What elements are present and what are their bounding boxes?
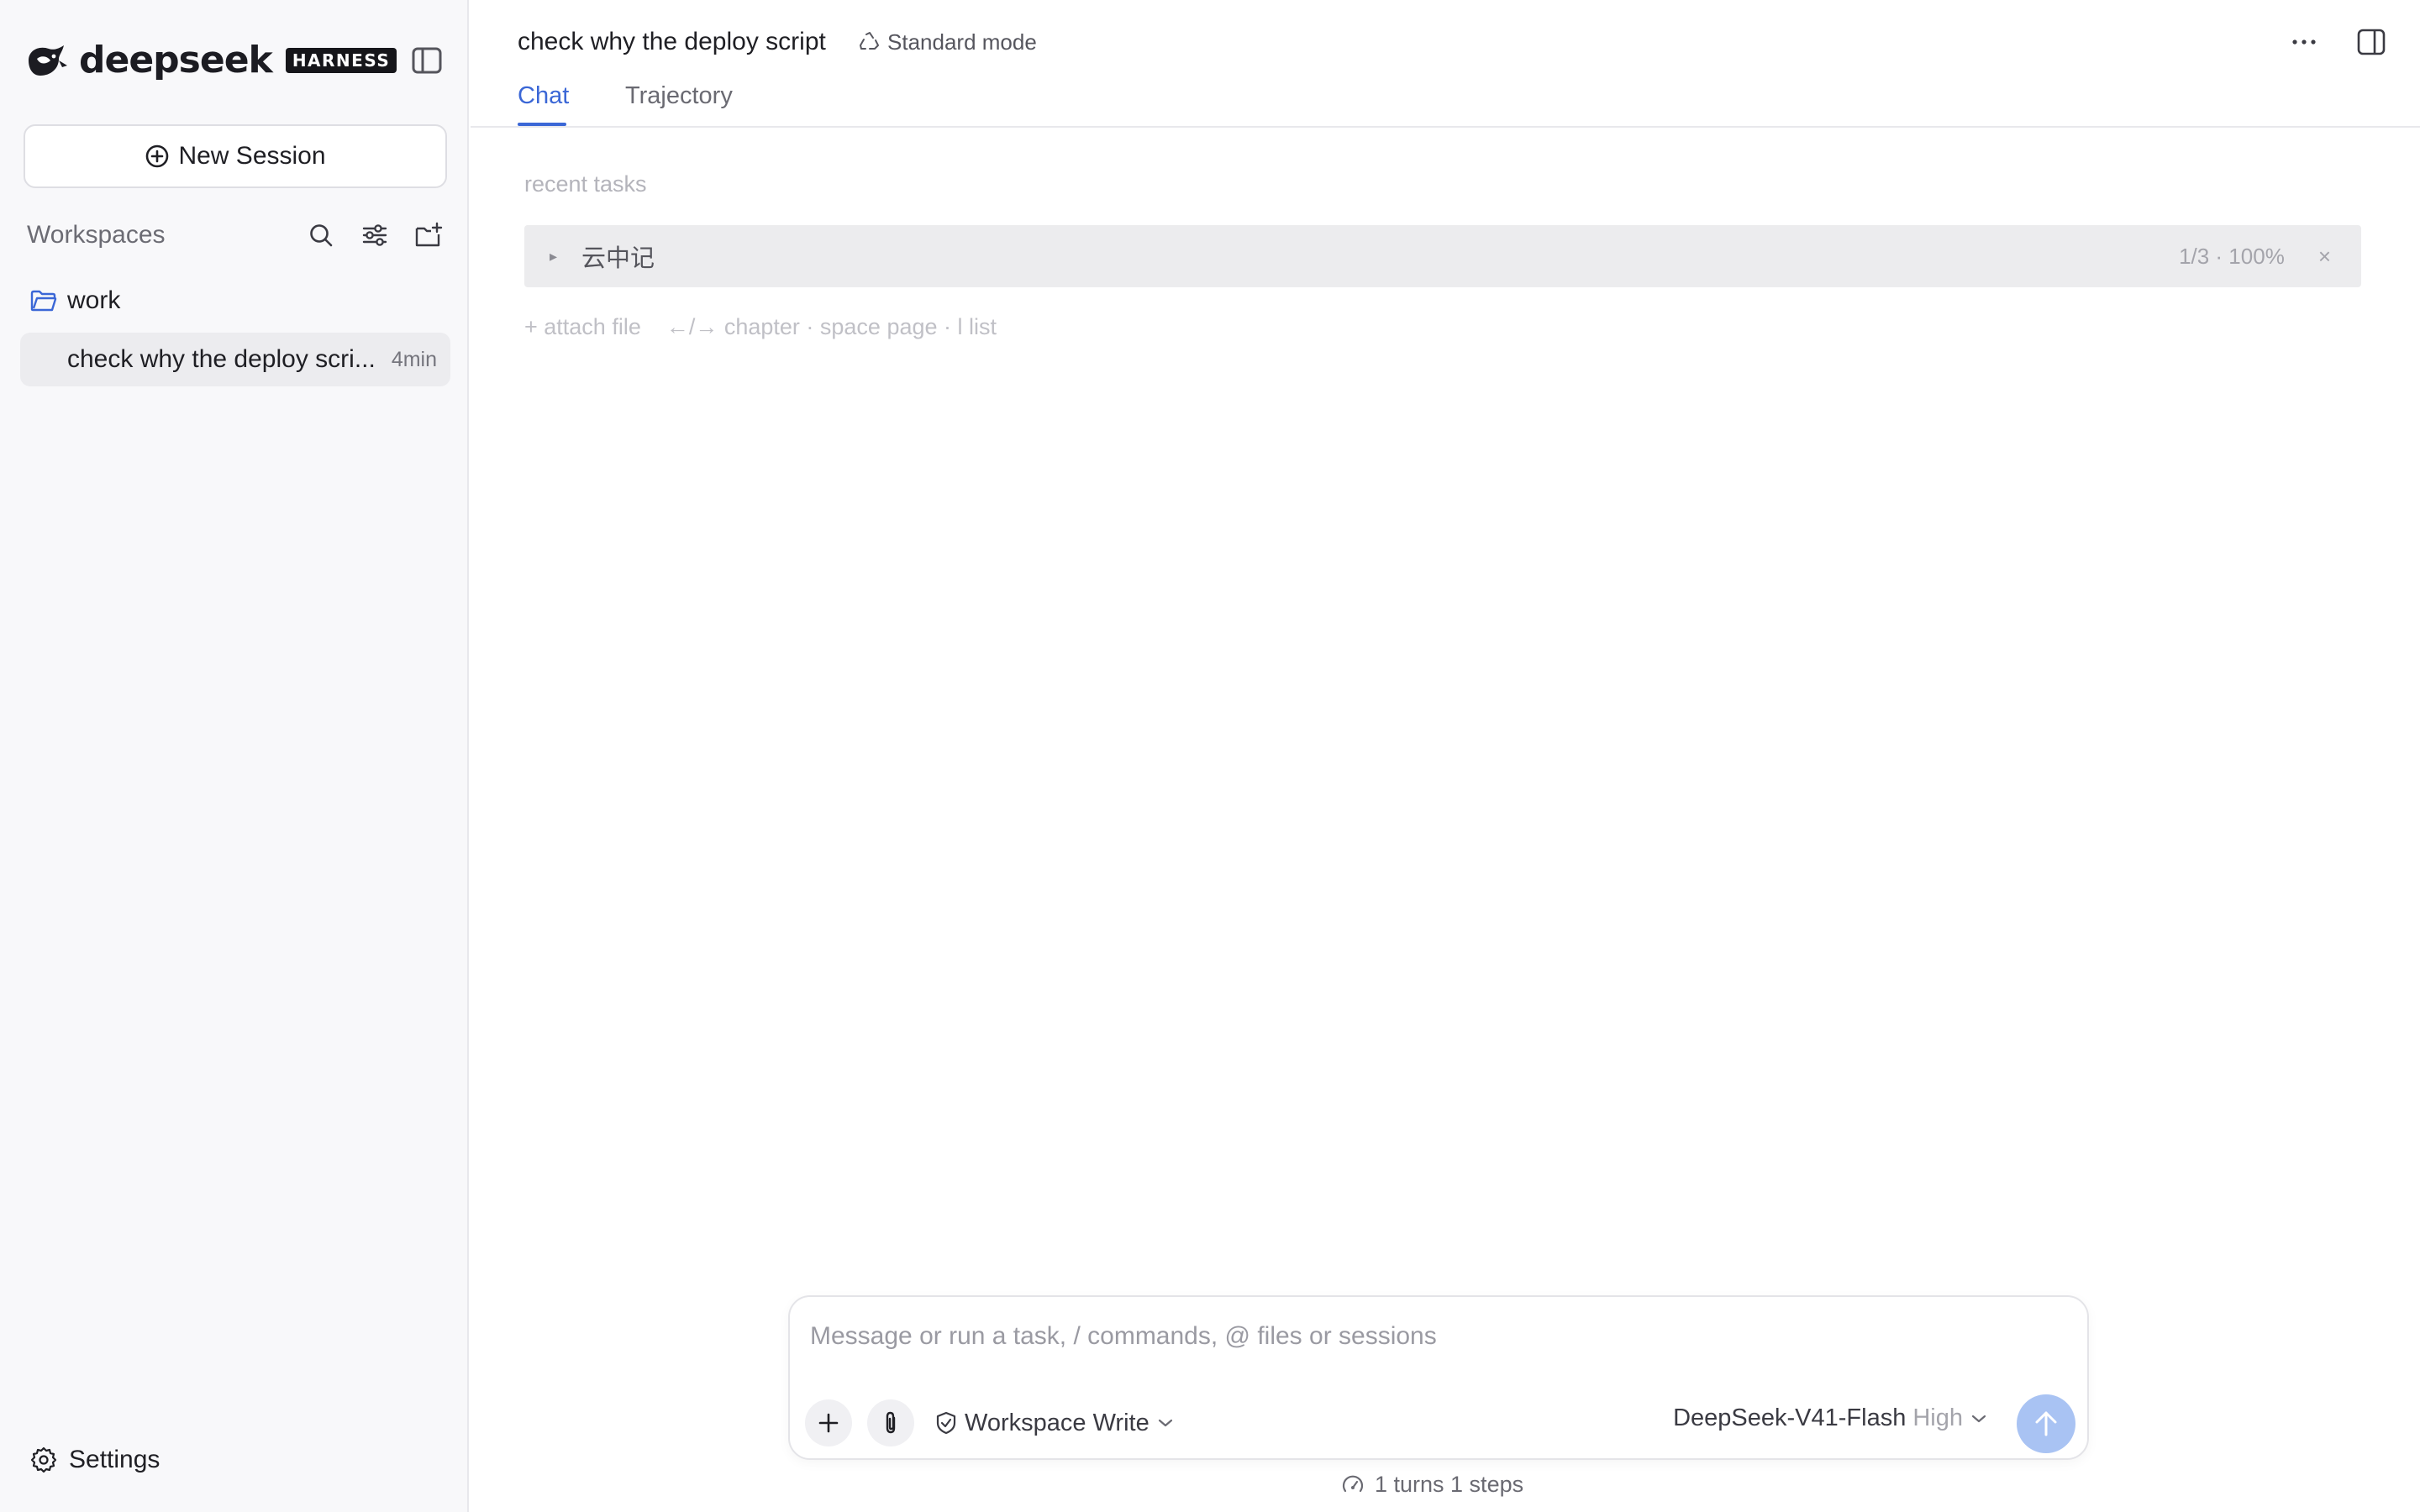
brand-badge: HARNESS [285, 48, 397, 73]
main-panel: check why the deploy script Standard mod… [471, 0, 2420, 1512]
workspace-folder-work[interactable]: work [30, 282, 120, 319]
brand-logo: deepseek HARNESS [25, 39, 397, 82]
turns-label: 1 turns 1 steps [1375, 1472, 1524, 1497]
sidebar: deepseek HARNESS New Session Workspaces [0, 0, 469, 1512]
message-composer: Workspace Write DeepSeek-V41-Flash High [788, 1295, 2089, 1460]
new-session-label: New Session [178, 142, 326, 170]
turns-status: 1 turns 1 steps [1341, 1472, 1523, 1498]
right-panel-toggle-icon[interactable] [2353, 24, 2390, 60]
new-session-button[interactable]: New Session [24, 124, 447, 188]
plus-icon [818, 1412, 839, 1434]
search-icon[interactable] [302, 217, 339, 254]
tab-trajectory[interactable]: Trajectory [625, 81, 733, 111]
recent-task-item[interactable]: ▸ 云中记 1/3 · 100% × [524, 225, 2361, 287]
session-heading: check why the deploy script [518, 28, 826, 55]
chevron-down-icon [1970, 1413, 1988, 1425]
model-name: DeepSeek-V41-Flash [1673, 1404, 1907, 1431]
recycle-mode-icon [859, 31, 881, 53]
sidebar-toggle-icon[interactable] [408, 44, 445, 77]
add-button[interactable] [805, 1399, 852, 1446]
app-window: deepseek HARNESS New Session Workspaces [0, 0, 2420, 1512]
brand-name: deepseek [79, 39, 273, 81]
filter-sliders-icon[interactable] [356, 217, 393, 254]
message-input[interactable] [810, 1315, 2062, 1357]
session-title: check why the deploy scri... [67, 345, 376, 373]
expand-caret-icon[interactable]: ▸ [550, 248, 575, 265]
shield-check-icon [934, 1410, 958, 1436]
settings-button[interactable]: Settings [30, 1441, 160, 1478]
workspaces-title: Workspaces [27, 221, 166, 249]
attach-file-link[interactable]: + attach file [524, 314, 641, 340]
attach-button[interactable] [867, 1399, 914, 1446]
active-tab-indicator [518, 123, 566, 126]
task-progress: 1/3 · 100% [2179, 243, 2285, 269]
task-name: 云中记 [581, 245, 655, 272]
settings-label: Settings [69, 1446, 160, 1473]
gear-icon [30, 1446, 57, 1473]
more-options-icon[interactable] [2286, 24, 2323, 60]
top-bar: check why the deploy script Standard mod… [471, 0, 2420, 128]
model-effort: High [1912, 1404, 1963, 1431]
send-button[interactable] [2017, 1394, 2075, 1453]
tab-chat[interactable]: Chat [518, 81, 569, 111]
hint-bar: + attach file ←/→ chapter · space page ·… [524, 314, 997, 340]
mode-label: Standard mode [887, 29, 1037, 55]
mode-chip[interactable]: Standard mode [859, 25, 1037, 59]
permission-label: Workspace Write [965, 1409, 1150, 1436]
folder-icon [30, 289, 57, 312]
plus-circle-icon [145, 144, 170, 169]
whale-logo-icon [25, 42, 69, 79]
chevron-down-icon [1156, 1417, 1175, 1429]
close-icon[interactable]: × [2318, 244, 2331, 270]
session-time: 4min [391, 347, 437, 371]
model-selector[interactable]: DeepSeek-V41-Flash High [1673, 1404, 1988, 1432]
recent-tasks-label: recent tasks [524, 171, 647, 197]
permission-selector[interactable]: Workspace Write [934, 1410, 1175, 1437]
new-folder-icon[interactable] [410, 217, 447, 254]
workspaces-header: Workspaces [27, 215, 447, 255]
folder-name: work [67, 286, 121, 314]
gauge-icon [1341, 1473, 1365, 1497]
arrow-up-icon [2032, 1409, 2060, 1439]
keyboard-hints: ←/→ chapter · space page · l list [666, 314, 997, 339]
session-item[interactable]: check why the deploy scri... 4min [20, 333, 450, 386]
paperclip-icon [881, 1410, 901, 1436]
